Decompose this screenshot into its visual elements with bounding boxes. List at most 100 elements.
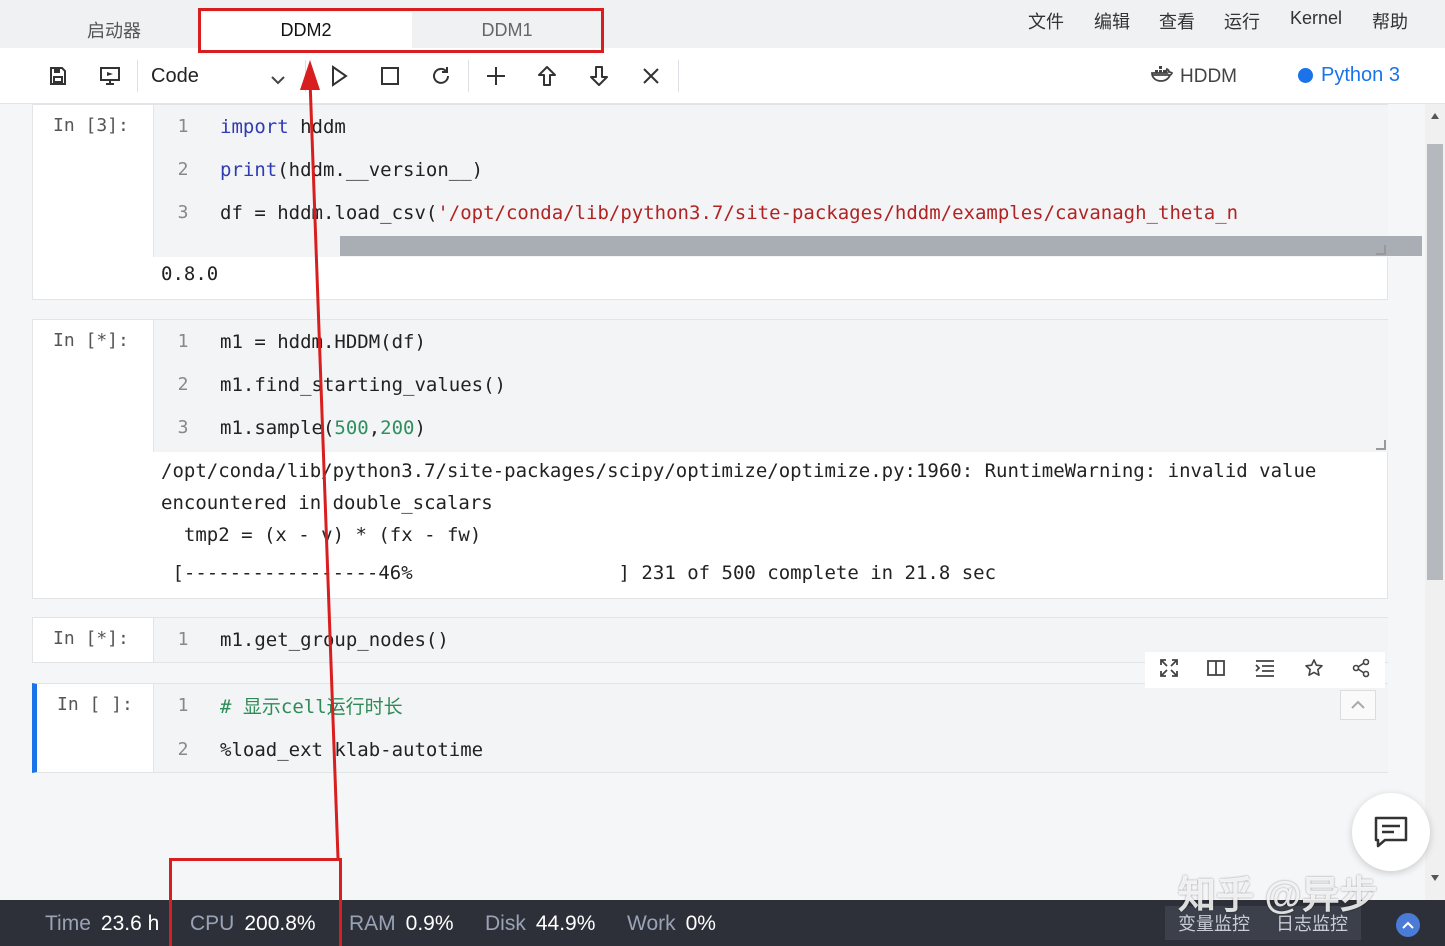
resize-handle-icon[interactable]	[1376, 440, 1386, 450]
chevron-up-icon	[1402, 921, 1414, 929]
progress-output: [-----------------46% ] 231 of 500 compl…	[161, 562, 997, 584]
collapse-cell-button[interactable]	[1340, 690, 1376, 720]
status-work: Work 0%	[627, 912, 716, 935]
code-editor[interactable]: 1 m1 = hddm.HDDM(df) 2 m1.find_starting_…	[153, 320, 1388, 452]
code-token: m1.get_group_nodes()	[220, 628, 449, 651]
kernel-name-label: HDDM	[1180, 66, 1237, 87]
menu-file[interactable]: 文件	[1028, 8, 1064, 34]
code-token: (hddm.__version__)	[277, 158, 484, 181]
scroll-up-arrow-icon[interactable]	[1430, 112, 1440, 120]
code-line: 1 m1 = hddm.HDDM(df)	[154, 320, 426, 363]
split-view-icon[interactable]	[1206, 658, 1226, 683]
menu-run[interactable]: 运行	[1224, 8, 1260, 34]
cell-type-label: Code	[151, 64, 199, 87]
cell-output-line: encountered in double_scalars	[161, 492, 493, 514]
line-number: 2	[177, 159, 189, 180]
menu-kernel[interactable]: Kernel	[1290, 8, 1342, 29]
cell-output-line: tmp2 = (x - v) * (fx - fw)	[161, 524, 482, 546]
line-number: 3	[177, 417, 189, 438]
code-token: ,	[368, 416, 381, 439]
code-token: import	[220, 115, 289, 138]
kernel-status[interactable]: Python 3	[1298, 64, 1400, 87]
code-token: df = hddm.load_csv(	[220, 201, 438, 224]
code-line: 2 %load_ext klab-autotime	[154, 728, 484, 771]
code-line: 3 df = hddm.load_csv('/opt/conda/lib/pyt…	[154, 191, 1239, 234]
save-icon[interactable]	[44, 62, 72, 90]
add-cell-icon[interactable]	[482, 62, 510, 90]
cell-output: 0.8.0	[161, 263, 219, 285]
notebook-cell[interactable]: In [3]: 1 import hddm 2 print(hddm.__ver…	[32, 104, 1422, 300]
cell-prompt: In [*]:	[53, 628, 129, 649]
code-token: # 显示cell运行时长	[220, 696, 403, 718]
code-token: %load_ext klab-autotime	[220, 738, 484, 761]
notebook-toolbar: Code HDDM Python 3	[0, 48, 1445, 104]
stop-icon[interactable]	[376, 62, 404, 90]
cell-type-select[interactable]: Code	[151, 61, 286, 91]
outline-icon[interactable]	[1254, 658, 1276, 683]
notebook-cell-active[interactable]: In [ ]: 1 # 显示cell运行时长 2 %load_ext klab-…	[32, 683, 1388, 773]
line-number: 2	[177, 739, 189, 760]
code-token: hddm	[288, 115, 346, 138]
code-token: m1.sample(	[220, 416, 335, 439]
code-token: '/opt/conda/lib/python3.7/site-packages/…	[437, 201, 1239, 224]
tab-launcher[interactable]: 启动器	[40, 12, 188, 48]
cell-prompt: In [ ]:	[57, 694, 133, 715]
annotation-box-tabs	[198, 8, 604, 53]
line-number: 1	[177, 116, 189, 137]
present-icon[interactable]	[96, 62, 124, 90]
code-line: 2 print(hddm.__version__)	[154, 148, 484, 191]
menu-help[interactable]: 帮助	[1372, 8, 1408, 34]
scrollbar-thumb[interactable]	[1427, 144, 1443, 580]
share-icon[interactable]	[1351, 658, 1371, 683]
vertical-scrollbar[interactable]	[1425, 104, 1445, 900]
delete-cell-icon[interactable]	[637, 62, 665, 90]
move-up-icon[interactable]	[533, 62, 561, 90]
chat-icon	[1374, 816, 1408, 848]
line-number: 1	[177, 331, 189, 352]
code-editor[interactable]: 1 import hddm 2 print(hddm.__version__) …	[153, 105, 1422, 257]
status-time: Time 23.6 h	[45, 912, 160, 935]
expand-icon[interactable]	[1159, 658, 1179, 683]
cell-prompt: In [*]:	[53, 330, 129, 351]
status-ram: RAM 0.9%	[349, 912, 454, 935]
line-number: 2	[177, 374, 189, 395]
horizontal-scrollbar[interactable]	[340, 236, 1422, 256]
chevron-down-icon	[270, 69, 286, 92]
status-disk: Disk 44.9%	[485, 912, 596, 935]
code-editor[interactable]: 1 # 显示cell运行时长 2 %load_ext klab-autotime	[153, 684, 1388, 772]
line-number: 1	[177, 695, 189, 716]
code-line: 1 m1.get_group_nodes()	[154, 618, 449, 661]
move-down-icon[interactable]	[585, 62, 613, 90]
run-icon[interactable]	[325, 62, 353, 90]
code-line: 3 m1.sample(500,200)	[154, 406, 426, 449]
chat-button[interactable]	[1352, 793, 1430, 871]
docker-icon	[1150, 64, 1174, 90]
kernel-name[interactable]: HDDM	[1150, 64, 1237, 90]
annotation-box-cpu	[169, 858, 342, 946]
restart-icon[interactable]	[427, 62, 455, 90]
scroll-down-arrow-icon[interactable]	[1430, 874, 1440, 882]
code-line: 1 # 显示cell运行时长	[154, 684, 403, 727]
cell-action-toolbar	[1145, 652, 1385, 688]
resize-handle-icon[interactable]	[1376, 245, 1386, 255]
star-icon[interactable]	[1304, 658, 1324, 683]
line-number: 1	[177, 629, 189, 650]
chevron-up-icon	[1351, 700, 1365, 709]
code-token: 200	[380, 416, 415, 439]
code-line: 1 import hddm	[154, 105, 346, 148]
cell-prompt: In [3]:	[53, 115, 129, 136]
notebook-area: In [3]: 1 import hddm 2 print(hddm.__ver…	[0, 104, 1425, 900]
code-token: m1.find_starting_values()	[220, 373, 506, 396]
expand-statusbar-button[interactable]	[1396, 913, 1420, 937]
menu-view[interactable]: 查看	[1159, 8, 1195, 34]
code-token: 500	[334, 416, 369, 439]
kernel-status-label: Python 3	[1321, 64, 1400, 86]
code-token: print	[220, 158, 278, 181]
code-token: m1 = hddm.HDDM(df)	[220, 330, 426, 353]
notebook-cell[interactable]: In [*]: 1 m1 = hddm.HDDM(df) 2 m1.find_s…	[32, 319, 1388, 599]
menu-edit[interactable]: 编辑	[1094, 8, 1130, 34]
code-line: 2 m1.find_starting_values()	[154, 363, 506, 406]
kernel-busy-indicator-icon	[1298, 68, 1313, 83]
watermark: 知乎 @异步	[1178, 875, 1378, 917]
line-number: 3	[177, 202, 189, 223]
